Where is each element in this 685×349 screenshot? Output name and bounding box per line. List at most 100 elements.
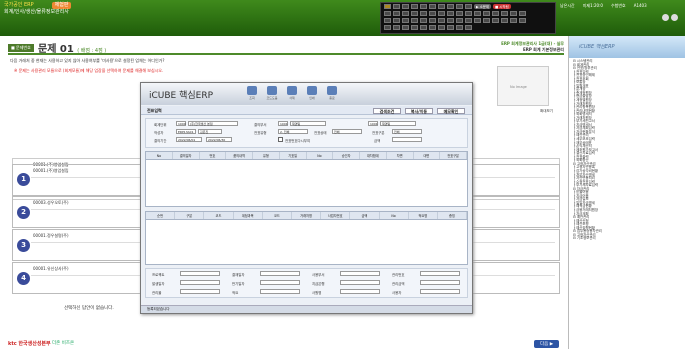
grid-column-header[interactable]: No xyxy=(146,152,173,159)
grid-column-header[interactable]: 대차합계 xyxy=(360,152,387,159)
question-cell[interactable] xyxy=(492,11,499,16)
menu-tree-item[interactable]: ⊟ 기초정보관리 xyxy=(573,237,602,241)
status-select[interactable]: 전체 xyxy=(332,129,362,134)
dept-code-to-field[interactable]: 1001 xyxy=(368,121,378,126)
line-grid[interactable]: 순번 구분 코드 계정과목 코드 거래처명 사업자번호 금액 No 적요명 증빙 xyxy=(145,211,468,265)
detail-field[interactable] xyxy=(340,289,380,294)
question-cell[interactable] xyxy=(420,11,427,16)
toolbar-codehelp-button[interactable]: 코드도움 xyxy=(265,86,279,100)
question-cell[interactable] xyxy=(474,11,481,16)
question-cell[interactable] xyxy=(402,4,409,9)
sub-question-button[interactable]: ▶ 소문제 xyxy=(474,4,492,9)
type-select[interactable]: 전체 xyxy=(392,129,422,134)
period-from-field[interactable]: 2022/06/01 xyxy=(176,137,202,142)
question-cell[interactable] xyxy=(402,25,409,30)
toolbar-print-button[interactable]: 인쇄 xyxy=(305,86,319,100)
detail-field[interactable] xyxy=(340,280,380,285)
question-cell[interactable] xyxy=(411,18,418,23)
grid-column-header[interactable]: 품의내역 xyxy=(226,152,253,159)
grid-column-header[interactable]: 계정과목 xyxy=(234,212,263,219)
writer-code-field[interactable]: ERP13A01 xyxy=(176,129,196,134)
grid-column-header[interactable]: 기표일 xyxy=(280,152,307,159)
question-cell[interactable] xyxy=(465,18,472,23)
writer-name-field[interactable]: 김은진 xyxy=(198,129,222,134)
grid-column-header[interactable]: 차변 xyxy=(387,152,414,159)
question-cell[interactable] xyxy=(456,25,463,30)
question-cell[interactable] xyxy=(438,25,445,30)
question-cell[interactable] xyxy=(384,25,391,30)
detail-field[interactable] xyxy=(420,289,460,294)
question-cell[interactable] xyxy=(501,11,508,16)
renumber-checkbox[interactable] xyxy=(278,137,283,142)
grid-column-header[interactable]: 코드 xyxy=(263,212,292,219)
question-cell[interactable] xyxy=(393,4,400,9)
question-cell[interactable] xyxy=(438,4,445,9)
grid-column-header[interactable]: 구분 xyxy=(175,212,205,219)
menu-tree[interactable]: ⊟ 시스템관리 ⊟ 회계관리 ⊟ 전표/장부관리 ├ 전표입력 ├ 전표승인해제 ├… xyxy=(573,59,602,241)
cust-select[interactable]: 2. 전체 xyxy=(278,129,308,134)
grid-column-header[interactable]: No xyxy=(307,152,334,159)
search-condition-button[interactable]: 검색조건 xyxy=(373,108,401,114)
question-cell[interactable] xyxy=(429,18,436,23)
question-cell[interactable] xyxy=(456,4,463,9)
detail-field[interactable] xyxy=(260,271,300,276)
grid-column-header[interactable]: 유형 xyxy=(253,152,280,159)
grid-column-header[interactable]: 번호 xyxy=(200,152,227,159)
question-cell[interactable] xyxy=(483,11,490,16)
grid-column-header[interactable]: 거래처명 xyxy=(292,212,322,219)
question-cell[interactable] xyxy=(384,11,391,16)
question-cell[interactable] xyxy=(519,11,526,16)
question-cell[interactable] xyxy=(402,18,409,23)
period-to-field[interactable]: 2022/06/30 xyxy=(206,137,232,142)
zoom-link[interactable]: 확대보기 xyxy=(540,109,553,114)
question-cell[interactable] xyxy=(420,4,427,9)
question-cell[interactable] xyxy=(438,18,445,23)
question-cell[interactable] xyxy=(465,11,472,16)
question-cell[interactable] xyxy=(456,11,463,16)
dept-name-field[interactable]: 재경팀 xyxy=(290,121,326,126)
question-cell[interactable] xyxy=(438,11,445,16)
amount-field[interactable] xyxy=(392,137,422,142)
question-cell[interactable] xyxy=(402,11,409,16)
detail-field[interactable] xyxy=(180,280,220,285)
detail-field[interactable] xyxy=(420,280,460,285)
question-cell[interactable] xyxy=(510,11,517,16)
next-button[interactable]: 다음 ▶ xyxy=(534,340,560,348)
question-cell[interactable] xyxy=(393,25,400,30)
question-cell[interactable] xyxy=(384,18,391,23)
start-button[interactable]: ■ 시작됨 xyxy=(493,4,511,9)
toolbar-exit-button[interactable]: 종료 xyxy=(325,86,339,100)
detail-field[interactable] xyxy=(340,271,380,276)
question-cell[interactable] xyxy=(384,4,391,9)
question-cell[interactable] xyxy=(465,25,472,30)
unit-code-field[interactable]: 1000 xyxy=(176,121,186,126)
grid-column-header[interactable]: 사업자번호 xyxy=(321,212,351,219)
question-cell[interactable] xyxy=(420,18,427,23)
question-cell[interactable] xyxy=(429,25,436,30)
voucher-grid[interactable]: No 결의일자 번호 품의내역 유형 기표일 No 승인자 대차합계 차변 대변 전표구분 xyxy=(145,151,468,207)
question-cell[interactable] xyxy=(483,18,490,23)
question-cell[interactable] xyxy=(456,18,463,23)
question-cell[interactable] xyxy=(519,18,526,23)
grid-column-header[interactable]: 코드 xyxy=(204,212,234,219)
question-cell[interactable] xyxy=(420,25,427,30)
grid-column-header[interactable]: 결의일자 xyxy=(173,152,200,159)
question-navigator[interactable]: ▶ 소문제 ■ 시작됨 xyxy=(380,2,556,34)
question-cell[interactable] xyxy=(501,18,508,23)
detail-field[interactable] xyxy=(260,280,300,285)
question-cell[interactable] xyxy=(411,25,418,30)
minimize-icon[interactable] xyxy=(662,14,669,21)
grid-column-header[interactable]: 전표구분 xyxy=(440,152,467,159)
question-cell[interactable] xyxy=(447,25,454,30)
dept-code-field[interactable]: 1001 xyxy=(278,121,288,126)
question-cell[interactable] xyxy=(411,11,418,16)
detail-field[interactable] xyxy=(180,271,220,276)
toolbar-delete-button[interactable]: 삭제 xyxy=(285,86,299,100)
grid-column-header[interactable]: 대변 xyxy=(414,152,441,159)
question-cell[interactable] xyxy=(429,11,436,16)
question-cell[interactable] xyxy=(474,18,481,23)
question-cell[interactable] xyxy=(447,18,454,23)
question-cell[interactable] xyxy=(393,11,400,16)
unit-name-field[interactable]: (주)한국생산 본점 xyxy=(188,121,238,126)
grid-column-header[interactable]: 증빙 xyxy=(438,212,468,219)
